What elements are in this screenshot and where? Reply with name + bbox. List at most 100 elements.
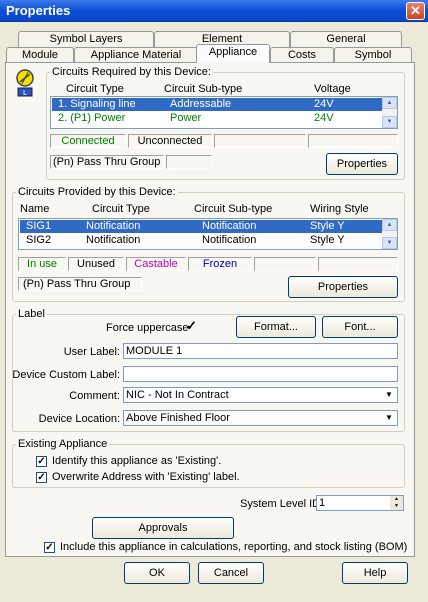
include-bom-label: Include this appliance in calculations, … xyxy=(60,541,408,553)
tab-label: General xyxy=(326,33,366,45)
close-button[interactable]: ✕ xyxy=(406,2,425,20)
tab-label: Appliance xyxy=(208,46,258,58)
circuit-subtype: Power xyxy=(170,112,202,124)
status-empty xyxy=(214,134,306,148)
circuit-type: Notification xyxy=(86,220,141,232)
tab-label: Module xyxy=(21,49,59,61)
label-legend: Label xyxy=(16,308,47,320)
overwrite-address-label: Overwrite Address with 'Existing' label. xyxy=(52,471,240,483)
vertical-scrollbar[interactable]: ▲ ▼ xyxy=(382,97,397,128)
circuit-type: 1. Signaling line xyxy=(58,98,136,110)
existing-appliance-legend: Existing Appliance xyxy=(16,438,110,450)
format-button[interactable]: Format... xyxy=(236,316,316,338)
custom-label-input[interactable] xyxy=(123,366,398,382)
tab-general[interactable]: General xyxy=(290,31,402,47)
cancel-button[interactable]: Cancel xyxy=(198,562,264,584)
list-item[interactable]: SIG1 Notification Notification Style Y xyxy=(20,220,382,233)
tab-appliance[interactable]: Appliance xyxy=(196,44,270,63)
scroll-up-icon[interactable]: ▲ xyxy=(382,97,397,109)
scroll-down-icon[interactable]: ▼ xyxy=(382,116,397,128)
dropdown-arrow-icon[interactable]: ▼ xyxy=(382,412,396,424)
header-circuit-subtype: Circuit Sub-type xyxy=(194,203,273,215)
voltage: 24V xyxy=(314,112,334,124)
header-circuit-subtype: Circuit Sub-type xyxy=(164,83,243,95)
tab-symbol-layers[interactable]: Symbol Layers xyxy=(18,31,154,47)
user-label-input[interactable]: MODULE 1 xyxy=(123,343,398,359)
tab-label: Symbol xyxy=(354,49,392,61)
circuit-name: SIG2 xyxy=(26,234,52,246)
required-properties-button[interactable]: Properties xyxy=(326,153,398,175)
svg-text:L: L xyxy=(23,89,27,97)
wiring-style: Style Y xyxy=(310,220,345,232)
device-location-select[interactable]: Above Finished Floor ▼ xyxy=(123,410,398,426)
required-circuits-list[interactable]: 1. Signaling line Addressable 24V 2. (P1… xyxy=(50,96,398,129)
system-level-input[interactable]: 1 ▲ ▼ xyxy=(316,495,404,511)
tab-label: Symbol Layers xyxy=(49,33,123,45)
system-level-value: 1 xyxy=(319,497,326,509)
tab-symbol[interactable]: Symbol xyxy=(334,47,412,63)
status-empty xyxy=(166,155,212,169)
status-connected: Connected xyxy=(50,134,126,148)
identify-existing-label: Identify this appliance as 'Existing'. xyxy=(52,455,222,467)
spin-down-icon[interactable]: ▼ xyxy=(390,503,403,510)
overwrite-address-checkbox[interactable]: ✓ xyxy=(36,472,47,483)
list-item[interactable]: 2. (P1) Power Power 24V xyxy=(52,112,382,125)
status-unconnected: Unconnected xyxy=(128,134,212,148)
tab-label: Costs xyxy=(287,49,317,61)
close-icon: ✕ xyxy=(410,3,421,18)
force-uppercase-label: Force uppercase xyxy=(106,322,189,334)
custom-label-label: Device Custom Label: xyxy=(12,369,120,381)
status-frozen: Frozen xyxy=(188,257,252,271)
device-location-label: Device Location: xyxy=(38,413,120,425)
comment-select[interactable]: NIC - Not In Contract ▼ xyxy=(123,387,398,403)
tab-label: Appliance Material xyxy=(90,49,182,61)
circuit-subtype: Notification xyxy=(202,234,257,246)
circuit-name: SIG1 xyxy=(26,220,52,232)
status-empty xyxy=(308,134,398,148)
status-castable: Castable xyxy=(126,257,186,271)
approvals-button[interactable]: Approvals xyxy=(92,517,234,539)
list-item[interactable]: SIG2 Notification Notification Style Y xyxy=(20,234,382,247)
pass-thru-group: (Pn) Pass Thru Group xyxy=(18,277,142,291)
spin-up-icon[interactable]: ▲ xyxy=(390,496,403,503)
circuit-subtype: Addressable xyxy=(170,98,232,110)
title-bar: Properties xyxy=(0,0,428,22)
tab-module[interactable]: Module xyxy=(6,47,74,63)
provided-circuits-list[interactable]: SIG1 Notification Notification Style Y S… xyxy=(18,218,398,250)
status-unused: Unused xyxy=(68,257,124,271)
user-label-label: User Label: xyxy=(63,346,120,358)
force-uppercase-checkbox[interactable]: ✓ xyxy=(186,319,197,332)
circuits-provided-legend: Circuits Provided by this Device: xyxy=(16,186,178,198)
vertical-scrollbar[interactable]: ▲ ▼ xyxy=(382,219,397,249)
list-item[interactable]: 1. Signaling line Addressable 24V xyxy=(52,98,382,111)
header-wiring-style: Wiring Style xyxy=(310,203,369,215)
circuit-type: Notification xyxy=(86,234,141,246)
window-title: Properties xyxy=(6,3,71,18)
pass-thru-group: (Pn) Pass Thru Group xyxy=(50,155,164,169)
scroll-down-icon[interactable]: ▼ xyxy=(382,237,397,249)
tab-appliance-material[interactable]: Appliance Material xyxy=(74,47,198,63)
dropdown-arrow-icon[interactable]: ▼ xyxy=(382,389,396,401)
status-in-use: In use xyxy=(18,257,66,271)
comment-label: Comment: xyxy=(69,390,120,402)
provided-properties-button[interactable]: Properties xyxy=(288,276,398,298)
location-value: Above Finished Floor xyxy=(126,412,230,424)
comment-value: NIC - Not In Contract xyxy=(126,389,229,401)
header-name: Name xyxy=(20,203,50,215)
status-empty xyxy=(254,257,316,271)
font-button[interactable]: Font... xyxy=(322,316,398,338)
system-level-label: System Level ID: xyxy=(240,498,324,510)
header-circuit-type: Circuit Type xyxy=(92,203,150,215)
circuits-required-legend: Circuits Required by this Device: xyxy=(50,66,213,78)
include-bom-checkbox[interactable]: ✓ xyxy=(44,542,55,553)
identify-existing-checkbox[interactable]: ✓ xyxy=(36,456,47,467)
header-circuit-type: Circuit Type xyxy=(66,83,124,95)
device-icon: L xyxy=(14,68,36,98)
tab-costs[interactable]: Costs xyxy=(270,47,334,63)
help-button[interactable]: Help xyxy=(342,562,408,584)
ok-button[interactable]: OK xyxy=(124,562,190,584)
circuit-type: 2. (P1) Power xyxy=(58,112,126,124)
header-voltage: Voltage xyxy=(314,83,351,95)
voltage: 24V xyxy=(314,98,334,110)
scroll-up-icon[interactable]: ▲ xyxy=(382,219,397,231)
